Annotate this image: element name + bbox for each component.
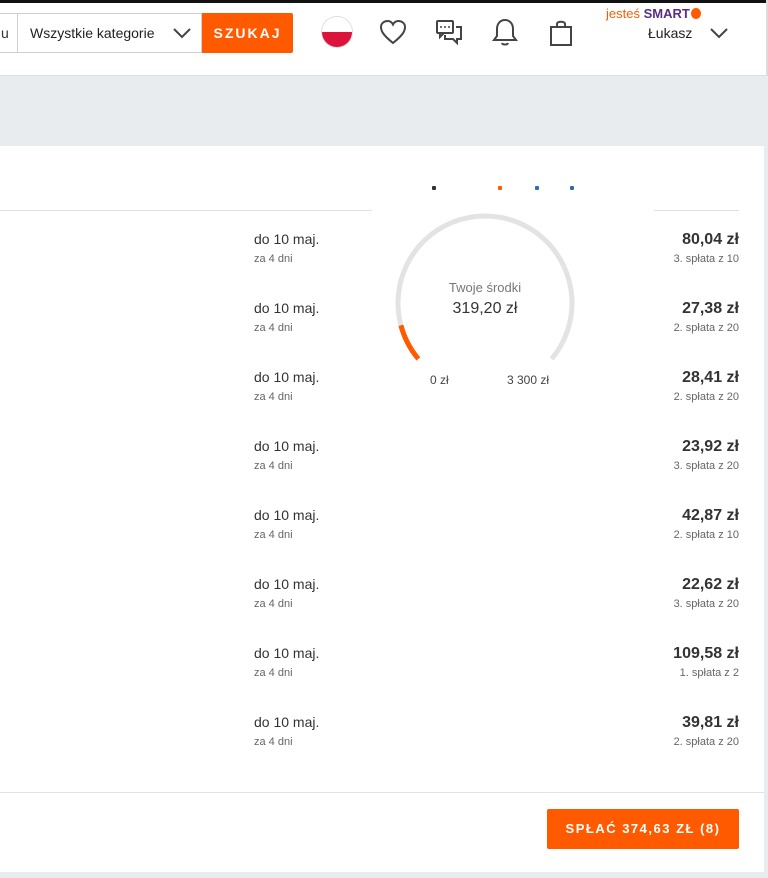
chevron-down-icon[interactable] bbox=[709, 26, 729, 40]
payment-row: do 10 maj. za 4 dni 27,38 zł 2. spłata z 20 bbox=[0, 300, 764, 369]
payment-installment: 2. spłata z 20 bbox=[673, 736, 739, 748]
payment-installment: 3. spłata z 20 bbox=[673, 598, 739, 610]
smart-prefix: jesteś bbox=[606, 6, 640, 21]
category-select[interactable]: Wszystkie kategorie bbox=[17, 13, 202, 53]
payment-installment: 2. spłata z 10 bbox=[673, 529, 739, 541]
payment-amount: 27,38 zł bbox=[682, 300, 739, 317]
pay-button[interactable]: SPŁAĆ 374,63 ZŁ (8) bbox=[547, 809, 739, 849]
payment-days-left: za 4 dni bbox=[254, 460, 293, 472]
payment-row: do 10 maj. za 4 dni 42,87 zł 2. spłata z 10 bbox=[0, 507, 764, 576]
decorative-dot bbox=[535, 186, 539, 190]
chevron-down-icon bbox=[173, 28, 191, 39]
payment-days-left: za 4 dni bbox=[254, 253, 293, 265]
user-name[interactable]: Łukasz bbox=[648, 25, 692, 41]
decorative-dot bbox=[498, 186, 502, 190]
search-input[interactable]: u bbox=[0, 13, 18, 53]
payment-amount: 23,92 zł bbox=[682, 438, 739, 455]
payment-due-date: do 10 maj. bbox=[254, 507, 320, 523]
category-select-label: Wszystkie kategorie bbox=[30, 25, 155, 41]
payment-installment: 3. spłata z 20 bbox=[673, 460, 739, 472]
payment-amount: 42,87 zł bbox=[682, 507, 739, 524]
payment-due-date: do 10 maj. bbox=[254, 369, 320, 385]
payment-amount: 39,81 zł bbox=[682, 714, 739, 731]
payment-row: do 10 maj. za 4 dni 23,92 zł 3. spłata z 20 bbox=[0, 438, 764, 507]
payment-installment: 2. spłata z 20 bbox=[673, 322, 739, 334]
search-button[interactable]: SZUKAJ bbox=[202, 13, 293, 53]
top-header: u Wszystkie kategorie SZUKAJ jesteś SMAR… bbox=[0, 0, 768, 76]
shopping-bag-icon[interactable] bbox=[548, 19, 574, 47]
bell-icon[interactable] bbox=[491, 17, 519, 47]
header-divider bbox=[0, 210, 372, 211]
payment-due-date: do 10 maj. bbox=[254, 438, 320, 454]
gauge-value: 319,20 zł bbox=[452, 300, 518, 317]
smart-badge[interactable]: jesteś SMART bbox=[606, 6, 701, 21]
payment-days-left: za 4 dni bbox=[254, 391, 293, 403]
decorative-dot bbox=[570, 186, 574, 190]
payment-row: do 10 maj. za 4 dni 28,41 zł 2. spłata z 20 bbox=[0, 369, 764, 438]
payments-panel: do 10 maj. za 4 dni 80,04 zł 3. spłata z 10… bbox=[0, 146, 764, 872]
heart-icon[interactable] bbox=[379, 19, 407, 45]
payment-row: do 10 maj. za 4 dni 39,81 zł 2. spłata z 20 bbox=[0, 714, 764, 783]
payment-days-left: za 4 dni bbox=[254, 529, 293, 541]
payment-amount: 28,41 zł bbox=[682, 369, 739, 386]
gauge-min-label: 0 zł bbox=[430, 373, 449, 387]
payment-due-date: do 10 maj. bbox=[254, 231, 320, 247]
decorative-dot bbox=[432, 186, 436, 190]
gauge-label: Twoje środki bbox=[448, 280, 522, 295]
payment-days-left: za 4 dni bbox=[254, 667, 293, 679]
top-border bbox=[0, 0, 768, 3]
chat-icon[interactable] bbox=[435, 19, 463, 47]
payment-due-date: do 10 maj. bbox=[254, 300, 320, 316]
header-divider bbox=[654, 210, 739, 211]
gauge-fill bbox=[398, 324, 421, 361]
payment-days-left: za 4 dni bbox=[254, 322, 293, 334]
smart-badge-icon bbox=[690, 8, 701, 19]
footer-divider bbox=[0, 792, 764, 793]
payment-installment: 3. spłata z 10 bbox=[673, 253, 739, 265]
payment-installment: 2. spłata z 20 bbox=[673, 391, 739, 403]
payment-days-left: za 4 dni bbox=[254, 736, 293, 748]
payment-row: do 10 maj. za 4 dni 109,58 zł 1. spłata z 2 bbox=[0, 645, 764, 714]
payment-installment: 1. spłata z 2 bbox=[679, 667, 739, 679]
payment-due-date: do 10 maj. bbox=[254, 714, 320, 730]
payment-due-date: do 10 maj. bbox=[254, 576, 320, 592]
payment-row: do 10 maj. za 4 dni 80,04 zł 3. spłata z 10 bbox=[0, 231, 764, 300]
gauge-max-label: 3 300 zł bbox=[507, 373, 550, 387]
payment-amount: 80,04 zł bbox=[682, 231, 739, 248]
payment-row: do 10 maj. za 4 dni 22,62 zł 3. spłata z 20 bbox=[0, 576, 764, 645]
payment-amount: 109,58 zł bbox=[673, 645, 739, 662]
smart-brand: SMART bbox=[643, 6, 690, 21]
poland-flag-icon[interactable] bbox=[322, 17, 352, 47]
payment-days-left: za 4 dni bbox=[254, 598, 293, 610]
payment-amount: 22,62 zł bbox=[682, 576, 739, 593]
payment-due-date: do 10 maj. bbox=[254, 645, 320, 661]
